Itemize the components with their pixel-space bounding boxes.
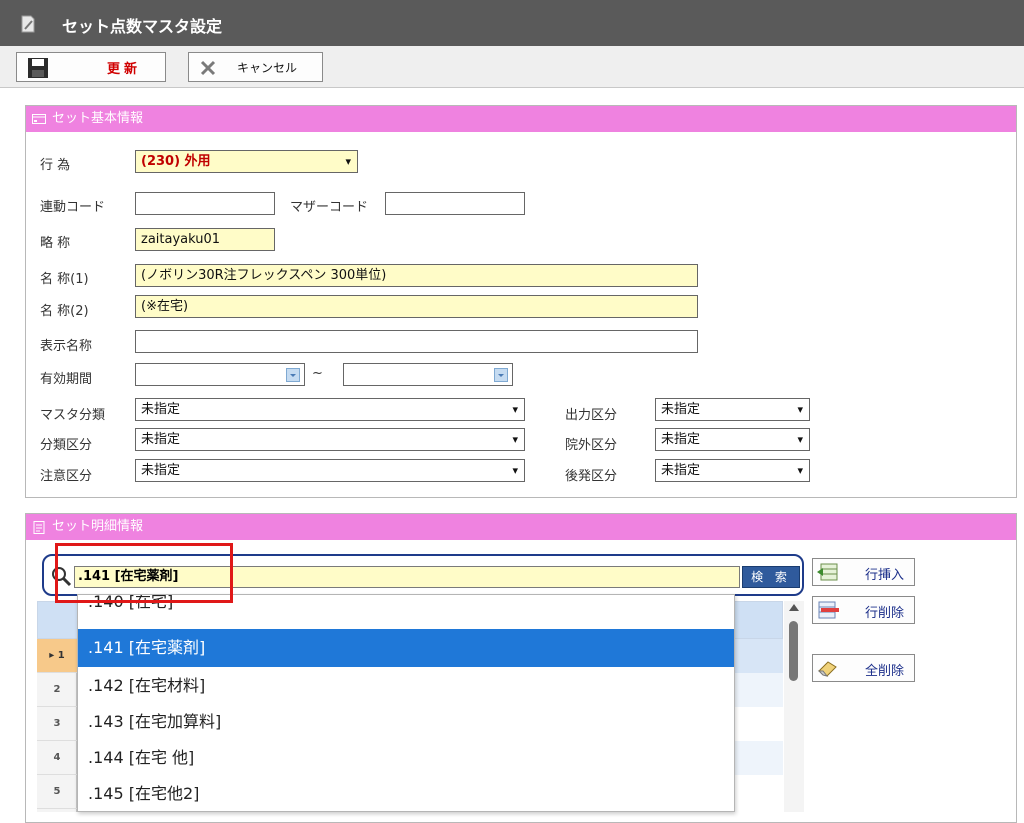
card-icon [32,114,46,124]
chevron-down-icon: ▾ [512,403,518,416]
inout-value: 未指定 [661,432,701,447]
period-start-field[interactable] [135,363,305,386]
name2-field[interactable]: (※在宅) [135,295,698,318]
row-number[interactable]: 5 [37,775,77,809]
generic-select[interactable]: 未指定 ▾ [655,459,810,482]
generic-label: 後発区分 [565,469,618,484]
output-label: 出力区分 [565,408,618,423]
mother-code-label: マザーコード [290,200,369,215]
row-number[interactable]: 3 [37,707,77,741]
basic-info-title: セット基本情報 [52,111,144,126]
title-bar: セット点数マスタ設定 [0,0,1024,46]
autocomplete-dropdown: .140 [在宅] .141 [在宅薬剤] .142 [在宅材料] .143 [… [77,594,735,812]
grid-scrollbar[interactable] [784,601,804,812]
name2-label: 名 称(2) [40,304,89,319]
class-select[interactable]: 未指定 ▾ [135,428,525,451]
rendou-code-field[interactable] [135,192,275,215]
annotation-highlight-box [55,543,233,603]
mother-code-field[interactable] [385,192,525,215]
master-class-select[interactable]: 未指定 ▾ [135,398,525,421]
dropdown-item[interactable]: .144 [在宅 他] [78,739,734,777]
insert-row-label: 行挿入 [865,568,905,583]
period-separator: ~ [312,366,323,381]
toolbar: 更新 キャンセル [0,46,1024,88]
scroll-thumb[interactable] [789,621,798,681]
update-button-label: 更新 [107,61,142,77]
chevron-down-icon: ▾ [797,433,803,446]
display-name-label: 表示名称 [40,339,93,354]
chevron-down-icon: ▾ [512,433,518,446]
save-icon [28,58,48,78]
insert-row-button[interactable]: 行挿入 [812,558,915,586]
dropdown-item[interactable]: .142 [在宅材料] [78,667,734,705]
delete-row-button[interactable]: 行削除 [812,596,915,624]
insert-row-icon [817,563,838,581]
chevron-down-icon: ▾ [797,403,803,416]
dropdown-item[interactable]: .145 [在宅他2] [78,775,734,811]
calendar-dropdown-icon[interactable] [494,368,508,382]
row-number[interactable]: ▸ 1 [37,639,77,673]
period-label: 有効期間 [40,372,93,387]
delete-row-icon [818,601,839,619]
dropdown-item-selected[interactable]: .141 [在宅薬剤] [78,629,734,667]
output-select[interactable]: 未指定 ▾ [655,398,810,421]
document-icon [21,15,35,33]
detail-info-header: セット明細情報 [26,514,1016,540]
cancel-button[interactable]: キャンセル [188,52,323,82]
generic-value: 未指定 [661,463,701,478]
period-end-field[interactable] [343,363,513,386]
ryakusho-label: 略 称 [40,236,71,251]
inout-select[interactable]: 未指定 ▾ [655,428,810,451]
close-icon [200,60,216,76]
basic-info-header: セット基本情報 [26,106,1016,132]
master-class-label: マスタ分類 [40,408,106,423]
delete-row-label: 行削除 [865,606,905,621]
name1-label: 名 称(1) [40,272,89,287]
rendou-label: 連動コード [40,200,106,215]
eraser-icon [817,661,837,677]
delete-all-button[interactable]: 全削除 [812,654,915,682]
cancel-button-label: キャンセル [237,60,298,75]
delete-all-label: 全削除 [865,664,905,679]
inout-label: 院外区分 [565,438,618,453]
class-value: 未指定 [141,432,181,447]
clipboard-icon [33,521,45,534]
koui-label: 行 為 [40,158,71,173]
caution-value: 未指定 [141,463,181,478]
window-title: セット点数マスタ設定 [62,17,223,36]
chevron-down-icon: ▾ [345,155,351,168]
koui-value: (230) 外用 [141,154,211,169]
row-number-column: ▸ 1 2 3 4 5 [37,639,77,812]
dropdown-item[interactable]: .143 [在宅加算料] [78,703,734,741]
ryakusho-field[interactable]: zaitayaku01 [135,228,275,251]
row-number[interactable]: 2 [37,673,77,707]
koui-select[interactable]: (230) 外用 ▾ [135,150,358,173]
scroll-up-icon[interactable] [789,604,799,611]
master-class-value: 未指定 [141,402,181,417]
chevron-down-icon: ▾ [797,464,803,477]
detail-info-title: セット明細情報 [52,519,144,534]
row-number[interactable]: 4 [37,741,77,775]
name1-field[interactable]: (ノボリン30R注フレックスペン 300単位) [135,264,698,287]
caution-select[interactable]: 未指定 ▾ [135,459,525,482]
caution-label: 注意区分 [40,469,93,484]
calendar-dropdown-icon[interactable] [286,368,300,382]
update-button[interactable]: 更新 [16,52,166,82]
search-button[interactable]: 検 索 [742,566,800,588]
output-value: 未指定 [661,402,701,417]
display-name-field[interactable] [135,330,698,353]
class-label: 分類区分 [40,438,93,453]
chevron-down-icon: ▾ [512,464,518,477]
